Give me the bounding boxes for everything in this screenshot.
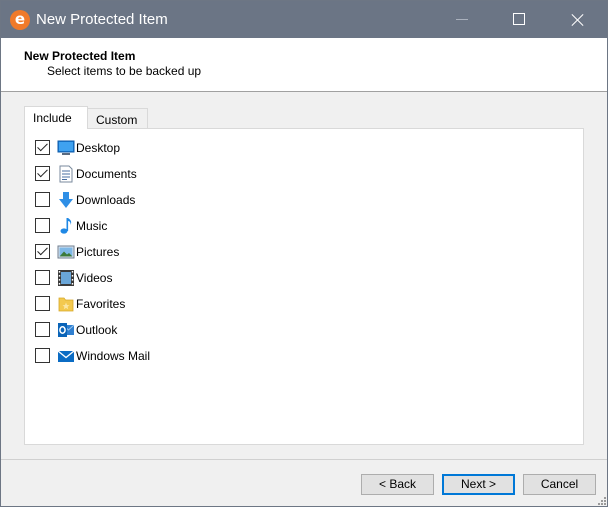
wizard-header: New Protected Item Select items to be ba… [1,38,607,92]
list-item-downloads[interactable]: Downloads [35,190,335,210]
videos-icon [58,270,74,286]
page-subtitle: Select items to be backed up [47,64,202,78]
next-button[interactable]: Next > [442,474,515,495]
list-item-desktop[interactable]: Desktop [35,138,335,158]
tab-custom[interactable]: Custom [88,108,148,129]
windows-mail-checkbox[interactable] [35,348,50,363]
desktop-checkbox[interactable] [35,140,50,155]
resize-grip-icon[interactable] [597,496,607,506]
favorites-icon [58,297,74,312]
cancel-button[interactable]: Cancel [523,474,596,495]
documents-icon [59,165,73,183]
item-label: Favorites [76,297,126,311]
downloads-icon [59,192,73,208]
minimize-button[interactable] [438,1,484,38]
item-label: Videos [76,271,113,285]
music-checkbox[interactable] [35,218,50,233]
footer-divider [1,459,607,460]
outlook-icon [58,323,75,337]
title-bar[interactable]: e New Protected Item [1,1,607,38]
list-item-pictures[interactable]: Pictures [35,242,335,262]
documents-checkbox[interactable] [35,166,50,181]
pictures-checkbox[interactable] [35,244,50,259]
list-item-documents[interactable]: Documents [35,164,335,184]
item-label: Pictures [76,245,120,259]
dialog-window: e New Protected Item New Protected Item … [0,0,608,507]
list-item-music[interactable]: Music [35,216,335,236]
outlook-checkbox[interactable] [35,322,50,337]
app-logo-icon: e [10,10,30,30]
window-title: New Protected Item [36,11,168,28]
windows-mail-icon [57,350,75,362]
item-label: Desktop [76,141,121,155]
list-item-outlook[interactable]: Outlook [35,320,335,340]
item-label: Windows Mail [76,349,151,363]
list-item-favorites[interactable]: Favorites [35,294,335,314]
videos-checkbox[interactable] [35,270,50,285]
item-label: Downloads [76,193,136,207]
list-item-videos[interactable]: Videos [35,268,335,288]
list-item-windows-mail[interactable]: Windows Mail [35,346,335,366]
item-label: Outlook [76,323,118,337]
tab-include[interactable]: Include [24,106,88,129]
favorites-checkbox[interactable] [35,296,50,311]
back-button[interactable]: < Back [361,474,434,495]
maximize-button[interactable] [496,1,542,38]
music-icon [60,218,72,234]
desktop-icon [57,140,75,155]
close-button[interactable] [554,1,600,38]
pictures-icon [57,245,75,259]
item-label: Documents [76,167,137,181]
page-title: New Protected Item [24,49,136,63]
include-panel: Desktop Documents Downloads Music Pictur… [24,128,584,445]
item-label: Music [76,219,108,233]
downloads-checkbox[interactable] [35,192,50,207]
